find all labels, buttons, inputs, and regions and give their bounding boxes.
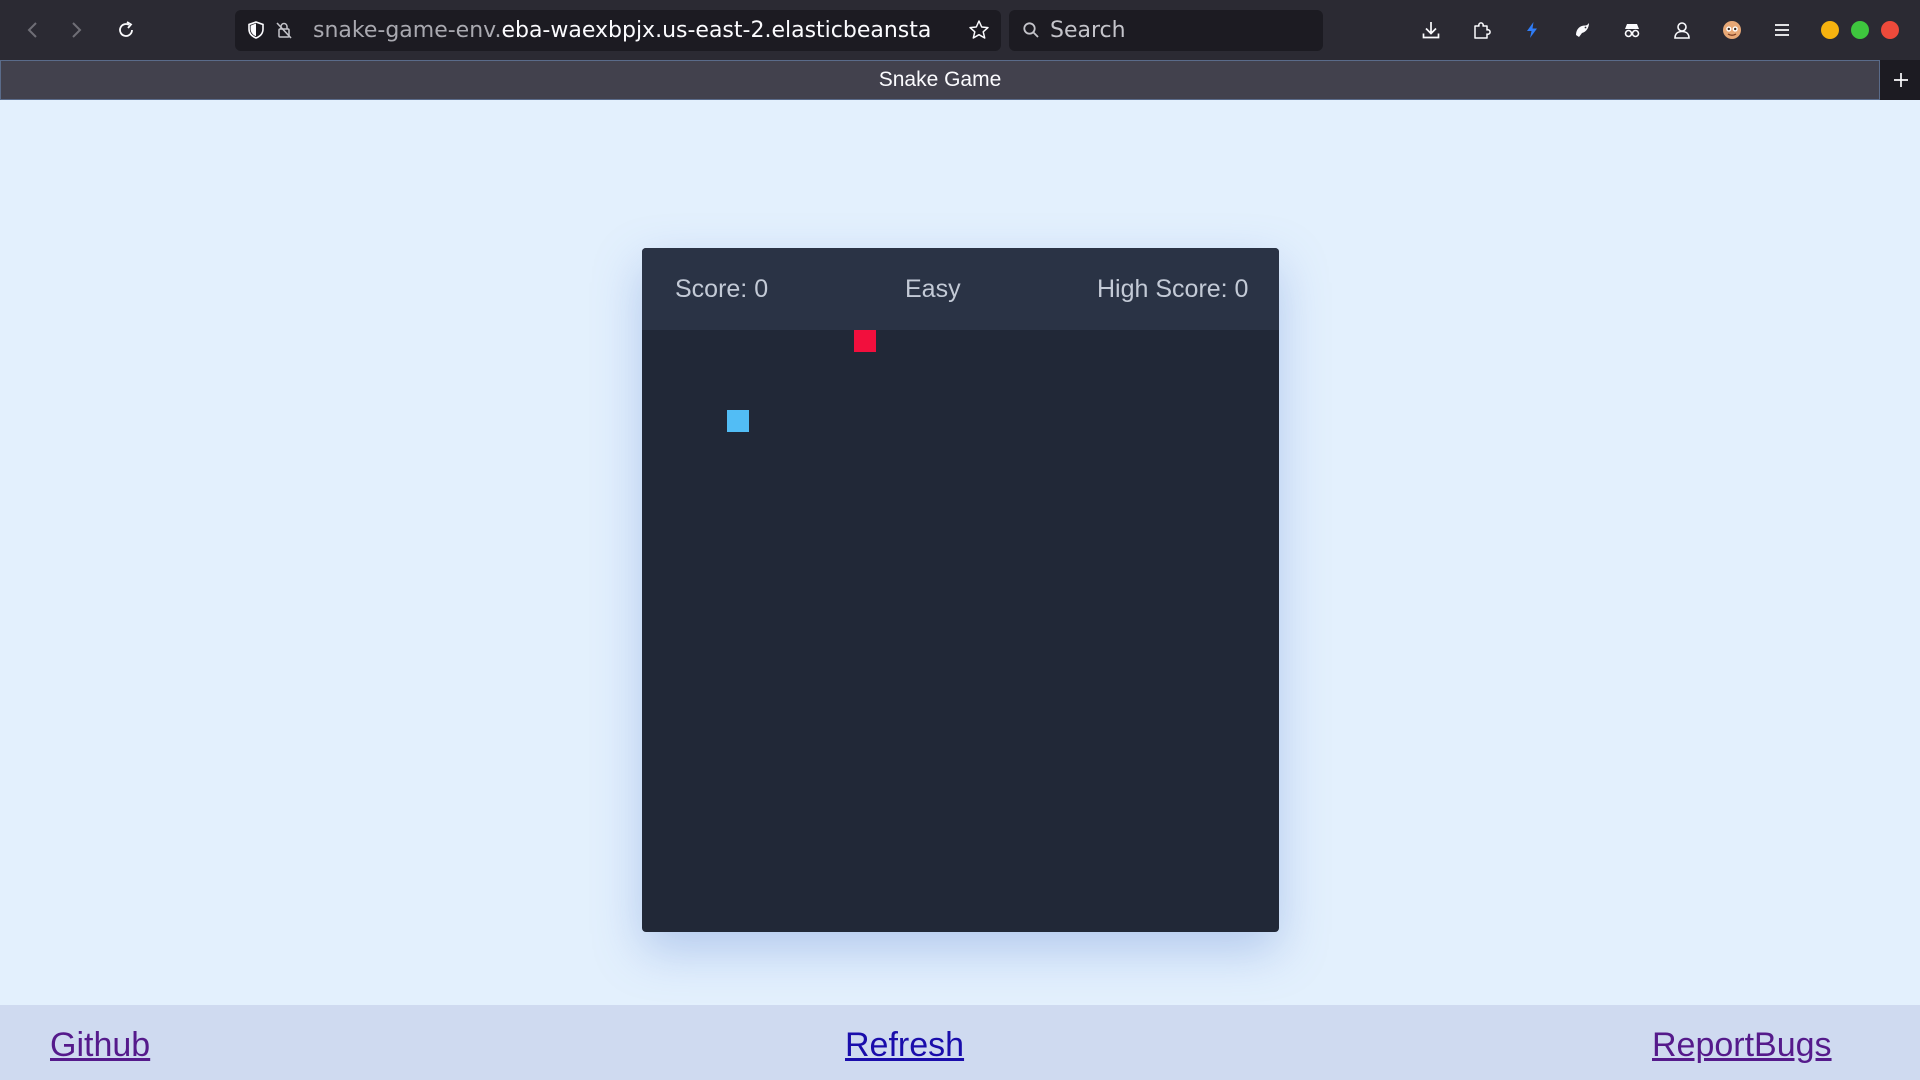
account-button[interactable] bbox=[1668, 16, 1696, 44]
snake-head bbox=[727, 410, 749, 432]
game-header: Score: 0 Easy High Score: 0 bbox=[642, 248, 1279, 330]
plus-icon bbox=[1894, 73, 1908, 87]
reload-button[interactable] bbox=[110, 14, 142, 46]
report-bugs-link[interactable]: ReportBugs bbox=[1652, 1025, 1832, 1065]
game-board[interactable] bbox=[642, 330, 1279, 932]
search-bar[interactable]: Search bbox=[1009, 10, 1323, 51]
reload-icon bbox=[119, 21, 133, 37]
refresh-link[interactable]: Refresh bbox=[845, 1025, 964, 1065]
food-pellet bbox=[854, 330, 876, 352]
address-bar[interactable]: snake-game-env.eba-waexbpjx.us-east-2.el… bbox=[235, 10, 1001, 51]
tab-snake-game[interactable]: Snake Game bbox=[0, 60, 1880, 100]
tab-title: Snake Game bbox=[878, 68, 1002, 91]
menu-button[interactable] bbox=[1768, 16, 1796, 44]
extension-bolt-button[interactable] bbox=[1518, 16, 1546, 44]
url-domain: eba-waexbpjx.us-east-2.elasticbeanstalk.… bbox=[501, 18, 933, 43]
arrow-right-icon bbox=[72, 22, 82, 38]
shield-icon[interactable] bbox=[246, 20, 266, 40]
incognito-icon bbox=[1624, 24, 1640, 38]
bird-icon bbox=[1576, 23, 1589, 37]
high-score-display: High Score: 0 bbox=[1097, 275, 1249, 303]
bolt-icon bbox=[1527, 22, 1537, 38]
browser-toolbar: snake-game-env.eba-waexbpjx.us-east-2.el… bbox=[0, 0, 1920, 60]
back-button[interactable] bbox=[17, 14, 49, 46]
github-link[interactable]: Github bbox=[50, 1025, 150, 1065]
difficulty-display[interactable]: Easy bbox=[905, 274, 961, 304]
search-placeholder: Search bbox=[1050, 18, 1126, 43]
person-icon bbox=[1674, 22, 1690, 39]
puzzle-icon bbox=[1474, 22, 1491, 39]
new-tab-button[interactable] bbox=[1882, 60, 1920, 100]
url-text: snake-game-env.eba-waexbpjx.us-east-2.el… bbox=[313, 18, 933, 44]
footer: Github Refresh ReportBugs bbox=[0, 1005, 1920, 1080]
extensions-button[interactable] bbox=[1468, 16, 1496, 44]
game-panel: Score: 0 Easy High Score: 0 bbox=[642, 248, 1279, 932]
download-icon bbox=[1422, 22, 1440, 39]
extension-bird-button[interactable] bbox=[1568, 16, 1596, 44]
avatar-icon bbox=[1723, 21, 1741, 39]
arrow-left-icon bbox=[27, 22, 37, 38]
downloads-button[interactable] bbox=[1417, 16, 1445, 44]
url-prefix: snake-game-env. bbox=[313, 18, 502, 43]
score-display: Score: 0 bbox=[675, 275, 769, 303]
maximize-window-button[interactable] bbox=[1851, 21, 1869, 39]
close-window-button[interactable] bbox=[1881, 21, 1899, 39]
profile-avatar-button[interactable] bbox=[1718, 16, 1746, 44]
extension-incognito-button[interactable] bbox=[1618, 16, 1646, 44]
hamburger-menu-icon bbox=[1775, 24, 1789, 36]
forward-button[interactable] bbox=[60, 14, 92, 46]
minimize-window-button[interactable] bbox=[1821, 21, 1839, 39]
search-icon bbox=[1023, 22, 1039, 38]
bookmark-star-icon[interactable] bbox=[968, 19, 990, 41]
insecure-lock-icon[interactable] bbox=[274, 20, 294, 40]
tab-strip: Snake Game bbox=[0, 60, 1920, 100]
